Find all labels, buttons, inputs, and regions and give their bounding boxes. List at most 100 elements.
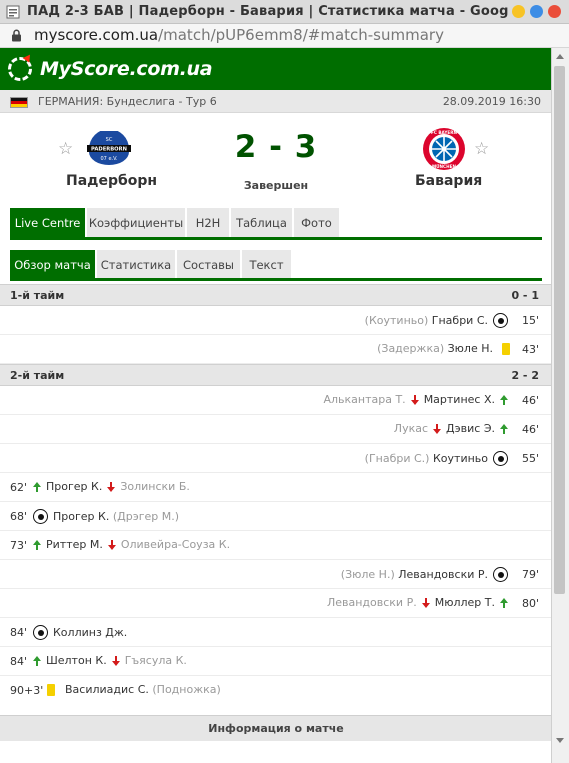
yellow-card-icon <box>47 683 55 696</box>
incident-row: 68' Прогер К. (Дрэгер М.) <box>0 502 551 531</box>
match-datetime: 28.09.2019 16:30 <box>442 95 541 108</box>
germany-flag-icon <box>10 97 28 108</box>
away-team-crest[interactable]: FC BAYERN MÜNCHEN <box>422 127 466 171</box>
assist-name[interactable]: (Гнабри С.) <box>365 452 430 465</box>
incident-row: 84' Шелтон К. Гъясула К. <box>0 647 551 676</box>
incident-row: Лукас Дэвис Э. 46' <box>0 415 551 444</box>
match-score: 2 - 3 <box>234 129 318 165</box>
minimize-button[interactable] <box>512 5 525 18</box>
incident-minute: 84' <box>10 655 28 668</box>
card-reason: (Задержка) <box>377 342 445 355</box>
player-in-name[interactable]: Прогер К. <box>46 480 102 493</box>
tab-photos[interactable]: Фото <box>294 208 339 237</box>
match-header: ☆ SC PADERBORN 07 e.V. Падерборн 2 - 3 З… <box>0 113 551 208</box>
tab-standings[interactable]: Таблица <box>231 208 292 237</box>
scrollbar-thumb[interactable] <box>554 66 565 594</box>
url-text[interactable]: myscore.com.ua/match/pUP6emm8/#match-sum… <box>34 26 444 44</box>
player-in-name[interactable]: Мюллер Т. <box>435 596 495 609</box>
incident-minute: 43' <box>521 343 539 356</box>
player-out-name[interactable]: Оливейра-Соуза К. <box>121 538 230 551</box>
incident-row: 84' Коллинз Дж. <box>0 618 551 647</box>
address-bar[interactable]: myscore.com.ua/match/pUP6emm8/#match-sum… <box>0 24 569 48</box>
incident-minute: 84' <box>10 626 28 639</box>
away-team-name[interactable]: Бавария <box>415 173 482 189</box>
logo-icon[interactable] <box>8 57 32 81</box>
player-out-name[interactable]: Лукас <box>394 422 428 435</box>
player-out-name[interactable]: Алькантара Т. <box>323 393 405 406</box>
substitution-in-arrow-icon <box>500 597 508 608</box>
player-in-name[interactable]: Шелтон К. <box>46 654 107 667</box>
substitution-in-arrow-icon <box>33 655 41 666</box>
player-name[interactable]: Василиадис С. <box>65 683 149 696</box>
player-name[interactable]: Коутиньо <box>433 452 488 465</box>
league-name[interactable]: ГЕРМАНИЯ: Бундеслига - Тур 6 <box>38 95 217 108</box>
main-tabs: Live Centre Коэффициенты H2H Таблица Фот… <box>0 208 551 240</box>
incident-row: 90+3' Василиадис С. (Подножка) <box>0 676 551 705</box>
tabs-underline <box>10 237 542 240</box>
site-header: MyScore.com.ua <box>0 48 551 90</box>
player-name[interactable]: Левандовски Р. <box>398 568 488 581</box>
player-in-name[interactable]: Риттер М. <box>46 538 103 551</box>
scroll-down-arrow-icon[interactable] <box>556 738 564 743</box>
tab-live-centre[interactable]: Live Centre <box>10 208 85 237</box>
lock-icon <box>12 29 21 42</box>
incident-minute: 55' <box>521 452 539 465</box>
assist-name[interactable]: (Коутиньо) <box>365 314 429 327</box>
incident-row: (Задержка) Зюле Н. 43' <box>0 335 551 364</box>
site-logo[interactable]: MyScore.com.ua <box>40 58 213 80</box>
yellow-card-icon <box>502 342 510 355</box>
incident-row: Алькантара Т. Мартинес Х. 46' <box>0 386 551 415</box>
subtab-statistics[interactable]: Статистика <box>97 250 175 278</box>
incident-row: Левандовски Р. Мюллер Т. 80' <box>0 589 551 618</box>
scroll-up-arrow-icon[interactable] <box>556 54 564 59</box>
player-name[interactable]: Прогер К. <box>53 510 109 523</box>
player-in-name[interactable]: Мартинес Х. <box>424 393 495 406</box>
match-info-header[interactable]: Информация о матче <box>0 715 551 741</box>
incident-row: 62' Прогер К. Золински Б. <box>0 473 551 502</box>
incident-minute: 46' <box>521 394 539 407</box>
subtabs-underline <box>10 278 542 281</box>
tab-odds[interactable]: Коэффициенты <box>87 208 185 237</box>
incident-minute: 15' <box>521 314 539 327</box>
assist-name[interactable]: (Зюле Н.) <box>341 568 395 581</box>
app-page-icon <box>6 5 20 19</box>
player-out-name[interactable]: Левандовски Р. <box>327 596 417 609</box>
player-name[interactable]: Коллинз Дж. <box>53 626 127 639</box>
goal-ball-icon <box>493 567 508 582</box>
half-header: 1-й тайм 0 - 1 <box>0 284 551 306</box>
half-score: 0 - 1 <box>511 289 539 302</box>
subtab-text[interactable]: Текст <box>242 250 291 278</box>
player-name[interactable]: Гнабри С. <box>432 314 488 327</box>
assist-name[interactable]: (Дрэгер М.) <box>113 510 179 523</box>
tab-h2h[interactable]: H2H <box>187 208 229 237</box>
goal-ball-icon <box>33 509 48 524</box>
player-out-name[interactable]: Гъясула К. <box>125 654 187 667</box>
substitution-out-arrow-icon <box>410 394 419 405</box>
page-below <box>0 741 551 763</box>
subtab-lineups[interactable]: Составы <box>177 250 240 278</box>
window-title: ПАД 2-3 БАВ | Падерборн - Бавария | Стат… <box>27 4 509 19</box>
substitution-out-arrow-icon <box>107 481 116 492</box>
favorite-away-star-icon[interactable]: ☆ <box>474 139 489 159</box>
substitution-out-arrow-icon <box>107 539 116 550</box>
page-scrollbar[interactable] <box>552 48 569 763</box>
subtab-summary[interactable]: Обзор матча <box>10 250 95 278</box>
browser-titlebar: ПАД 2-3 БАВ | Падерборн - Бавария | Стат… <box>0 0 569 24</box>
league-bar: ГЕРМАНИЯ: Бундеслига - Тур 6 28.09.2019 … <box>0 90 551 113</box>
player-out-name[interactable]: Золински Б. <box>120 480 190 493</box>
player-in-name[interactable]: Дэвис Э. <box>446 422 495 435</box>
substitution-in-arrow-icon <box>33 539 41 550</box>
goal-ball-icon <box>33 625 48 640</box>
incident-row: (Зюле Н.) Левандовски Р. 79' <box>0 560 551 589</box>
player-name[interactable]: Зюле Н. <box>448 342 493 355</box>
close-button[interactable] <box>548 5 561 18</box>
half-header: 2-й тайм 2 - 2 <box>0 364 551 386</box>
substitution-out-arrow-icon <box>433 423 442 434</box>
substitution-out-arrow-icon <box>421 597 430 608</box>
incident-row: (Коутиньо) Гнабри С. 15' <box>0 306 551 335</box>
incident-row: 73' Риттер М. Оливейра-Соуза К. <box>0 531 551 560</box>
svg-text:FC BAYERN: FC BAYERN <box>431 130 458 135</box>
incident-minute: 90+3' <box>10 684 44 697</box>
maximize-button[interactable] <box>530 5 543 18</box>
half-title: 1-й тайм <box>10 289 65 302</box>
